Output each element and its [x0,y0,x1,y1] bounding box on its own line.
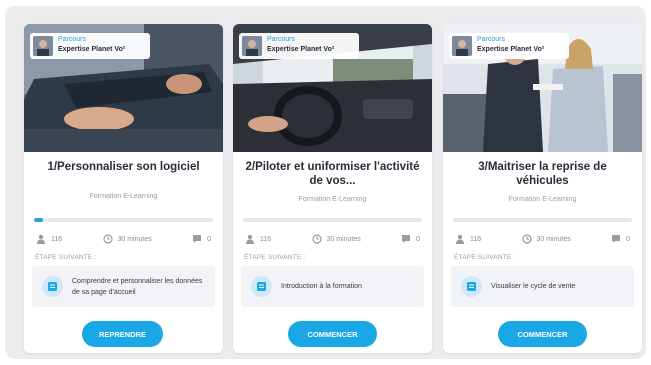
next-step-text: Introduction à la formation [281,283,362,290]
comment-icon [193,235,202,243]
course-badge: Parcours Expertise Planet Vo² [449,33,569,59]
progress-bar [453,218,632,222]
module-icon [461,276,482,297]
course-card-2[interactable]: Parcours Expertise Planet Vo² 2/Piloter … [233,24,432,353]
comments-count: 0 [416,235,420,243]
course-badge: Parcours Expertise Planet Vo² [30,33,150,59]
learners-stat: 116 [455,234,481,244]
clock-icon [102,234,113,244]
course-title[interactable]: 3/Maitriser la reprise de véhicules [451,160,634,188]
course-format: Formation E-Learning [89,193,158,200]
badge-type: Parcours [477,36,506,43]
next-step-text: Visualiser le cycle de vente [491,283,576,290]
learners-count: 116 [260,235,272,243]
clock-icon [521,234,532,244]
duration-stat: 30 minutes [521,234,571,244]
avatar [33,36,53,56]
comments-count: 0 [626,235,630,243]
progress-bar [34,218,213,222]
comments-stat: 0 [192,234,211,244]
course-stats: 116 30 minutes 0 [455,233,630,245]
next-step-item[interactable]: Introduction à la formation [241,266,424,307]
courses-panel: Parcours Expertise Planet Vo² 1/Personna… [5,6,646,359]
comments-stat: 0 [611,234,630,244]
progress-bar [243,218,422,222]
progress-fill [34,218,43,222]
next-step-label: ÉTAPE SUIVANTE : [244,254,306,261]
duration-value: 30 minutes [536,235,571,243]
comment-icon [612,235,621,243]
badge-type: Parcours [58,36,87,43]
next-step-item[interactable]: Visualiser le cycle de vente [451,266,634,307]
duration-stat: 30 minutes [311,234,361,244]
clock-icon [311,234,322,244]
badge-title: Expertise Planet Vo² [477,46,545,53]
course-card-3[interactable]: Parcours Expertise Planet Vo² 3/Maitrise… [443,24,642,353]
user-icon [246,234,254,244]
start-button[interactable]: COMMENCER [288,321,377,347]
avatar [242,36,262,56]
badge-title: Expertise Planet Vo² [58,46,126,53]
learners-stat: 116 [245,234,271,244]
course-format: Formation E-Learning [298,196,367,203]
module-icon [42,276,63,297]
learners-count: 116 [470,235,482,243]
start-button[interactable]: COMMENCER [498,321,587,347]
next-step-label: ÉTAPE SUIVANTE : [454,254,516,261]
module-icon [251,276,272,297]
course-card-1[interactable]: Parcours Expertise Planet Vo² 1/Personna… [24,24,223,353]
course-title[interactable]: 2/Piloter et uniformiser l'activité de v… [241,160,424,188]
learners-stat: 116 [36,234,62,244]
badge-type: Parcours [267,36,296,43]
course-badge: Parcours Expertise Planet Vo² [239,33,359,59]
duration-stat: 30 minutes [102,234,152,244]
next-step-text: Comprendre et personnaliser les données … [72,277,203,296]
course-title[interactable]: 1/Personnaliser son logiciel [32,160,215,174]
comment-icon [402,235,411,243]
user-icon [37,234,45,244]
next-step-label: ÉTAPE SUIVANTE : [35,254,97,261]
course-stats: 116 30 minutes 0 [245,233,420,245]
duration-value: 30 minutes [326,235,361,243]
user-icon [456,234,464,244]
resume-button[interactable]: REPRENDRE [82,321,163,347]
course-stats: 116 30 minutes 0 [36,233,211,245]
comments-stat: 0 [401,234,420,244]
badge-title: Expertise Planet Vo² [267,46,335,53]
duration-value: 30 minutes [117,235,152,243]
comments-count: 0 [207,235,211,243]
learners-count: 116 [51,235,63,243]
next-step-item[interactable]: Comprendre et personnaliser les données … [32,266,215,307]
course-format: Formation E-Learning [508,196,577,203]
avatar [452,36,472,56]
